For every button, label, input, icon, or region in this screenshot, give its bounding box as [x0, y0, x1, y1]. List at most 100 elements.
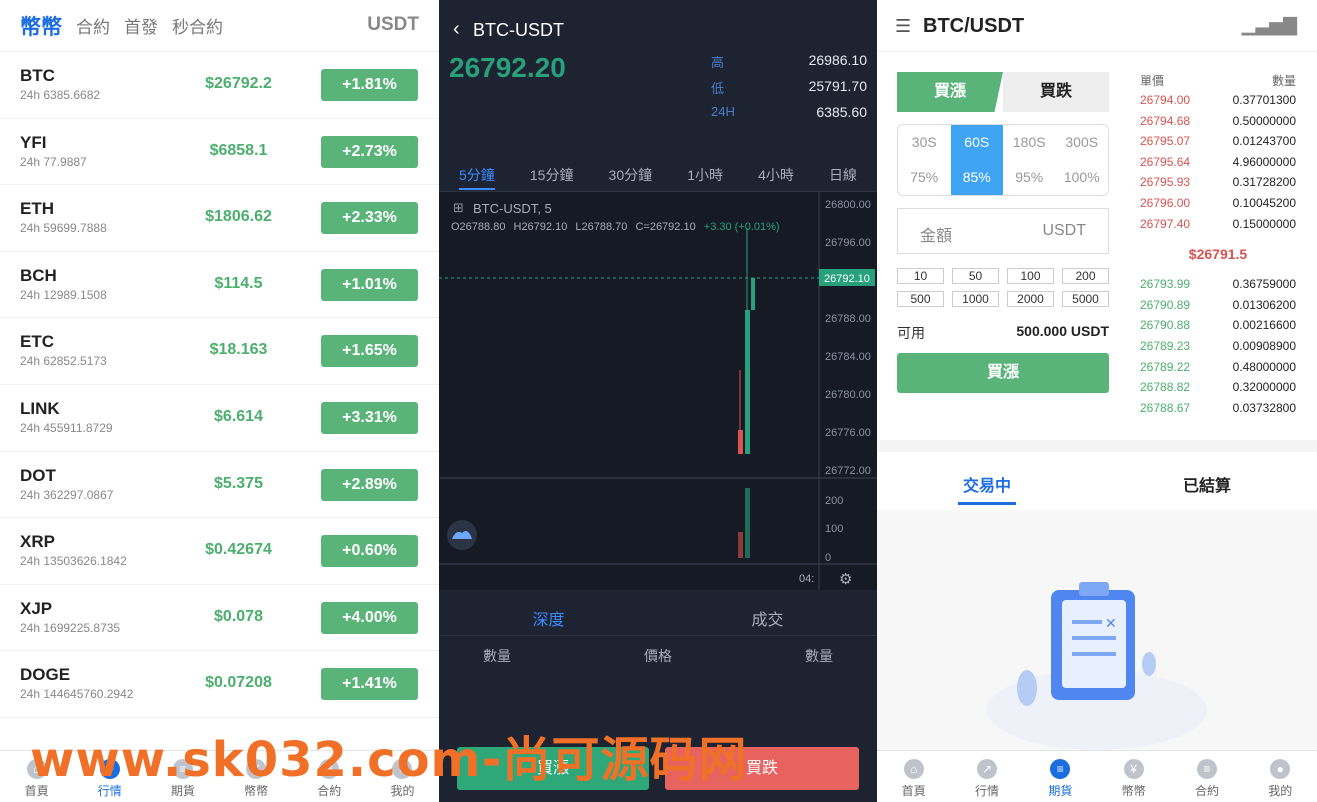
chart-icon[interactable]: ▁▃▅▇ [1242, 15, 1297, 36]
quote-currency: USDT [367, 14, 419, 35]
nav-item[interactable]: ⌂ 首頁 [877, 751, 950, 802]
sell-price: 26794.68 [1140, 113, 1191, 128]
market-row[interactable]: LINK 24h 455911.8729 $6.614 +3.31% [0, 385, 439, 452]
market-symbol: XRP [20, 532, 55, 552]
quick-amount-button[interactable]: 500 [897, 291, 944, 307]
tab-buy-up[interactable]: 買漲 [897, 72, 1003, 112]
timeframe-tab[interactable]: 5分鐘 [459, 158, 495, 190]
market-change-badge[interactable]: +1.41% [321, 668, 418, 701]
sell-row: 26796.00 0.10045200 [1140, 193, 1296, 214]
nav-item[interactable]: ≡ 合約 [1170, 751, 1243, 802]
market-change-badge[interactable]: +4.00% [321, 601, 418, 634]
quick-amount-button[interactable]: 100 [1007, 268, 1054, 284]
back-icon[interactable]: ‹ [453, 18, 460, 41]
timeframe-tab[interactable]: 30分鐘 [609, 158, 653, 191]
market-change-badge[interactable]: +3.31% [321, 401, 418, 434]
market-change-badge[interactable]: +0.60% [321, 535, 418, 568]
tab-contract[interactable]: 合約 [76, 13, 110, 38]
market-row[interactable]: XJP 24h 1699225.8735 $0.078 +4.00% [0, 585, 439, 652]
market-row[interactable]: BTC 24h 6385.6682 $26792.2 +1.81% [0, 52, 439, 119]
market-change-badge[interactable]: +2.33% [321, 202, 418, 235]
market-change-badge[interactable]: +1.01% [321, 268, 418, 301]
tab-ipo[interactable]: 首發 [124, 13, 158, 38]
market-row[interactable]: DOT 24h 362297.0867 $5.375 +2.89% [0, 452, 439, 519]
kline-chart[interactable]: ⊞ BTC-USDT, 5 O26788.80 H26792.10 L26788… [439, 192, 877, 590]
market-row[interactable]: DOGE 24h 144645760.2942 $0.07208 +1.41% [0, 651, 439, 718]
stat-low-value: 25791.70 [808, 78, 867, 94]
duration-option-selected[interactable]: 60S [950, 125, 1003, 160]
market-volume: 24h 1699225.8735 [20, 620, 121, 635]
buy-row: 26793.99 0.36759000 [1140, 274, 1296, 295]
market-change-badge[interactable]: +1.65% [321, 335, 418, 368]
submit-buy-up-button[interactable]: 買漲 [897, 353, 1109, 393]
market-change-badge[interactable]: +2.89% [321, 468, 418, 501]
menu-icon[interactable]: ☰ [895, 16, 911, 37]
sell-price: 26795.07 [1140, 134, 1191, 149]
tab-buy-down[interactable]: 買跌 [1003, 72, 1109, 112]
quick-amount-button[interactable]: 200 [1062, 268, 1109, 284]
market-tabs: 幣幣 合約 首發 秒合約 USDT [0, 0, 439, 52]
nav-item[interactable]: ≡ 期貨 [1024, 751, 1097, 802]
quick-amount-button[interactable]: 5000 [1062, 291, 1109, 307]
stat-volume-label: 24H [711, 104, 735, 119]
timeframe-tab[interactable]: 15分鐘 [530, 158, 574, 191]
market-row[interactable]: ETC 24h 62852.5173 $18.163 +1.65% [0, 318, 439, 385]
depth-header: 數量 價格 數量 [439, 636, 877, 676]
clipboard-line [1072, 636, 1116, 640]
quick-amount-button[interactable]: 2000 [1007, 291, 1054, 307]
depth-col-qty: 數量 [805, 648, 833, 664]
buy-price: 26793.99 [1140, 277, 1191, 292]
rate-option[interactable]: 75% [898, 160, 951, 195]
tab-spot[interactable]: 幣幣 [20, 11, 62, 41]
quick-amount-button[interactable]: 1000 [952, 291, 999, 307]
timeframe-tab[interactable]: 日線 [829, 158, 857, 191]
mid-price: $26791.5 [1188, 246, 1248, 263]
timeframe-tab[interactable]: 4小時 [758, 158, 794, 191]
nav-item[interactable]: ↗ 行情 [950, 751, 1023, 802]
settings-icon[interactable]: ⚙ [839, 571, 852, 588]
nav-item[interactable]: ● 我的 [1244, 751, 1317, 802]
timeframe-tab[interactable]: 1小時 [687, 158, 723, 191]
tab-depth[interactable]: 深度 [439, 590, 658, 635]
market-row[interactable]: ETH 24h 59699.7888 $1806.62 +2.33% [0, 185, 439, 252]
market-change-badge[interactable]: +2.73% [321, 135, 418, 168]
duration-option[interactable]: 300S [1056, 125, 1109, 160]
direction-tabs: 買漲 買跌 [897, 72, 1109, 112]
duration-option[interactable]: 30S [898, 125, 951, 160]
market-row[interactable]: BCH 24h 12989.1508 $114.5 +1.01% [0, 252, 439, 319]
market-price: $6.614 [214, 407, 263, 425]
sell-price: 26797.40 [1140, 216, 1191, 231]
rate-option[interactable]: 100% [1056, 160, 1109, 195]
rate-option-selected[interactable]: 85% [950, 160, 1003, 195]
tab-trades[interactable]: 成交 [658, 590, 877, 635]
depth-tabs: 深度 成交 [439, 590, 877, 636]
ohlc-close: C=26792.10 [635, 221, 695, 233]
rate-option[interactable]: 95% [1003, 160, 1056, 195]
buy-row: 26790.88 0.00216600 [1140, 315, 1296, 336]
tab-settled[interactable]: 已結算 [1097, 452, 1317, 510]
clipboard-clip [1079, 582, 1109, 596]
quick-amount-button[interactable]: 50 [952, 268, 999, 284]
available-label: 可用 [897, 325, 925, 341]
chart-symbol-icon: ⊞ [453, 200, 464, 215]
sell-price: 26796.00 [1140, 195, 1191, 210]
tab-second-contract[interactable]: 秒合約 [172, 13, 223, 38]
nav-item[interactable]: ¥ 幣幣 [1097, 751, 1170, 802]
last-price: 26792.20 [449, 52, 566, 83]
market-row[interactable]: YFI 24h 77.9887 $6858.1 +2.73% [0, 119, 439, 186]
quick-amount-button[interactable]: 10 [897, 268, 944, 284]
duration-option[interactable]: 180S [1003, 125, 1056, 160]
sell-qty: 4.96000000 [1232, 154, 1296, 169]
market-price: $0.42674 [205, 541, 272, 559]
nav-icon: ¥ [1123, 759, 1144, 779]
price-tick: 26796.00 [825, 237, 871, 249]
price-tick: 26784.00 [825, 351, 871, 363]
tree-icon [1017, 670, 1037, 706]
amount-input[interactable]: 金額 USDT [897, 208, 1109, 254]
market-price: $0.078 [214, 607, 263, 625]
market-change-badge[interactable]: +1.81% [321, 69, 418, 101]
kline-screen: ‹ BTC-USDT 26792.20 高 26986.10 低 25791.7… [439, 0, 877, 802]
trade-header: ☰ BTC/USDT ▁▃▅▇ [877, 0, 1317, 52]
market-row[interactable]: XRP 24h 13503626.1842 $0.42674 +0.60% [0, 518, 439, 585]
candle-bar [738, 430, 743, 454]
